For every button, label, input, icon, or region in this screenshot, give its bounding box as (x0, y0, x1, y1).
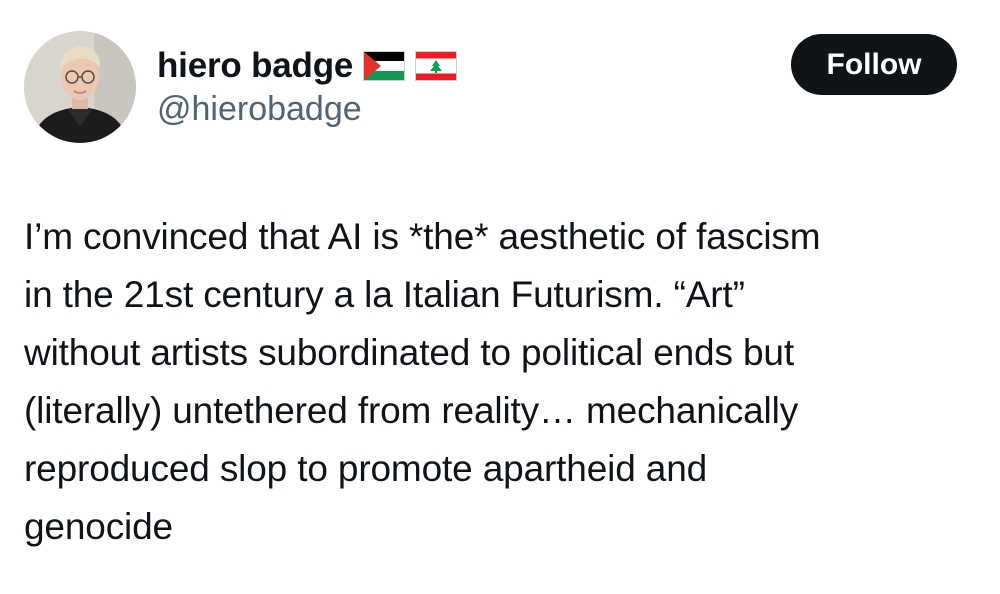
tweet-line: (literally) untethered from reality… mec… (24, 390, 799, 431)
author-name-row: hiero badge (157, 44, 458, 88)
tweet-line: reproduced slop to promote apartheid and (24, 448, 708, 489)
avatar[interactable] (24, 31, 136, 143)
palestine-flag-icon (363, 51, 406, 81)
display-name[interactable]: hiero badge (157, 46, 353, 86)
tweet-line: in the 21st century a la Italian Futuris… (24, 274, 745, 315)
follow-button[interactable]: Follow (791, 34, 957, 95)
tweet-line: without artists subordinated to politica… (24, 332, 794, 373)
author-handle[interactable]: @hierobadge (157, 90, 362, 129)
tweet-line: genocide (24, 506, 173, 547)
lebanon-flag-icon (415, 51, 458, 81)
tweet-text: I’m convinced that AI is *the* aesthetic… (24, 208, 984, 556)
tweet-line: I’m convinced that AI is *the* aesthetic… (24, 216, 821, 257)
